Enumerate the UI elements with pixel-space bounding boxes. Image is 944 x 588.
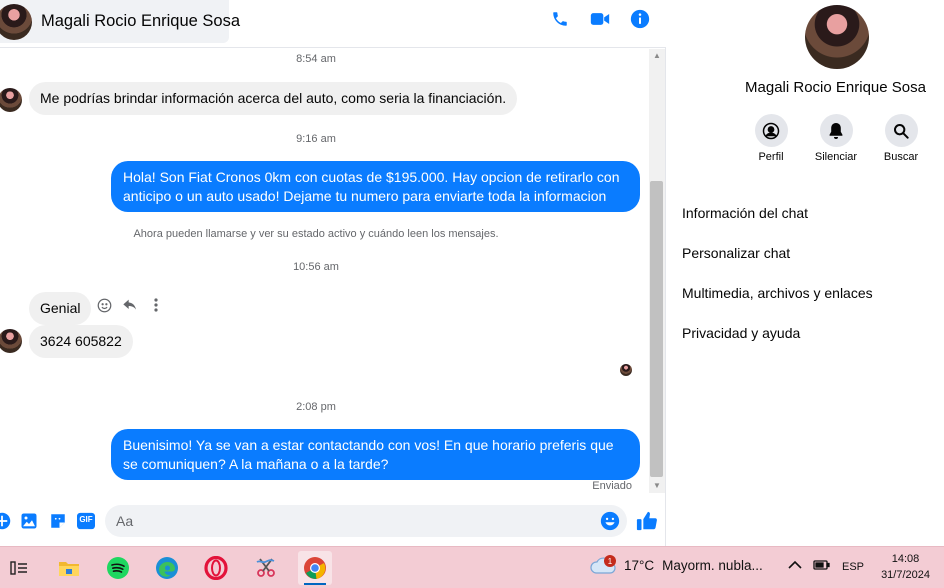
system-tray: ESP: [788, 559, 864, 574]
more-options-icon[interactable]: [148, 297, 164, 313]
search-icon[interactable]: [884, 114, 918, 147]
contact-name[interactable]: Magali Rocio Enrique Sosa: [41, 12, 240, 31]
edge-icon[interactable]: [150, 551, 184, 585]
info-menu: Información del chat Personalizar chat M…: [682, 193, 932, 353]
incoming-message[interactable]: 3624 605822: [29, 325, 133, 358]
spotify-icon[interactable]: [101, 551, 135, 585]
search-label: Buscar: [883, 151, 919, 163]
sender-avatar[interactable]: [0, 329, 22, 353]
scroll-down-arrow[interactable]: ▼: [649, 479, 665, 493]
windows-taskbar: 17°C Mayorm. nubla... 1 ESP 14:08 31/7/2…: [0, 546, 944, 588]
video-camera-icon[interactable]: [590, 9, 610, 29]
message-actions: [96, 297, 164, 313]
scroll-thumb[interactable]: [650, 181, 663, 477]
incoming-message[interactable]: Genial: [29, 292, 92, 325]
battery-network-icon[interactable]: [813, 559, 831, 574]
outgoing-message[interactable]: Hola! Son Fiat Cronos 0km con cuotas de …: [111, 161, 640, 212]
weather-widget[interactable]: 17°C Mayorm. nubla...: [590, 555, 763, 575]
menu-customize-chat[interactable]: Personalizar chat: [682, 233, 932, 273]
profile-actions: Perfil Silenciar Buscar: [753, 114, 919, 163]
bell-icon[interactable]: [819, 114, 853, 147]
seen-indicator-avatar: [620, 364, 632, 376]
scrollbar[interactable]: ▲ ▼: [649, 49, 665, 493]
system-notice: Ahora pueden llamarse y ver su estado ac…: [133, 228, 499, 240]
chat-info-panel: Magali Rocio Enrique Sosa Perfil Silenci…: [667, 0, 944, 546]
timestamp: 8:54 am: [296, 53, 336, 65]
emoji-icon[interactable]: [600, 511, 620, 531]
clock[interactable]: 14:08 31/7/2024: [881, 551, 930, 583]
thumbs-up-icon[interactable]: [636, 510, 658, 532]
plus-circle-icon[interactable]: [0, 511, 12, 531]
sticker-icon[interactable]: [48, 511, 68, 531]
input-language[interactable]: ESP: [842, 561, 864, 573]
timestamp: 2:08 pm: [296, 401, 336, 413]
image-icon[interactable]: [19, 511, 39, 531]
contact-avatar[interactable]: [0, 3, 32, 40]
weather-notification-badge: 1: [604, 555, 616, 567]
file-explorer-icon[interactable]: [52, 551, 86, 585]
timestamp: 9:16 am: [296, 133, 336, 145]
contact-chip[interactable]: Magali Rocio Enrique Sosa: [0, 0, 240, 43]
reply-icon[interactable]: [122, 297, 138, 313]
profile-button[interactable]: Perfil: [753, 114, 789, 163]
chevron-up-icon[interactable]: [788, 560, 802, 573]
weather-description: Mayorm. nubla...: [662, 557, 763, 573]
menu-chat-info[interactable]: Información del chat: [682, 193, 932, 233]
clock-time: 14:08: [891, 553, 920, 565]
message-input[interactable]: [105, 505, 627, 537]
clock-date: 31/7/2024: [881, 569, 930, 581]
timestamp: 10:56 am: [293, 261, 339, 273]
delivery-status: Enviado: [592, 480, 632, 492]
task-view-icon[interactable]: [2, 551, 36, 585]
menu-media-files-links[interactable]: Multimedia, archivos y enlaces: [682, 273, 932, 313]
profile-avatar[interactable]: [805, 5, 869, 69]
gif-icon[interactable]: GIF: [76, 511, 96, 531]
outgoing-message[interactable]: Buenisimo! Ya se van a estar contactando…: [111, 429, 640, 480]
react-emoji-icon[interactable]: [96, 297, 112, 313]
screen: Magali Rocio Enrique Sosa 8:54 am Me pod…: [0, 0, 944, 588]
menu-privacy-support[interactable]: Privacidad y ayuda: [682, 313, 932, 353]
composer: GIF: [0, 498, 666, 544]
profile-label: Perfil: [758, 151, 784, 163]
phone-icon[interactable]: [550, 9, 570, 29]
snipping-tool-icon[interactable]: [249, 551, 283, 585]
gif-icon-label: GIF: [79, 515, 93, 524]
temperature: 17°C: [624, 557, 655, 573]
search-button[interactable]: Buscar: [883, 114, 919, 163]
mute-label: Silenciar: [814, 151, 858, 163]
message-list[interactable]: 8:54 am Me podrías brindar información a…: [0, 49, 648, 493]
info-icon[interactable]: [630, 9, 650, 29]
header-actions: [550, 9, 650, 29]
sender-avatar[interactable]: [0, 88, 22, 112]
chrome-icon[interactable]: [298, 551, 332, 585]
scroll-up-arrow[interactable]: ▲: [649, 49, 665, 63]
chat-pane: Magali Rocio Enrique Sosa 8:54 am Me pod…: [0, 0, 666, 546]
profile-name: Magali Rocio Enrique Sosa: [745, 79, 926, 96]
mute-button[interactable]: Silenciar: [814, 114, 858, 163]
opera-icon[interactable]: [199, 551, 233, 585]
profile-icon[interactable]: [754, 114, 788, 147]
chat-header: Magali Rocio Enrique Sosa: [0, 0, 666, 48]
incoming-message[interactable]: Me podrías brindar información acerca de…: [29, 82, 518, 115]
